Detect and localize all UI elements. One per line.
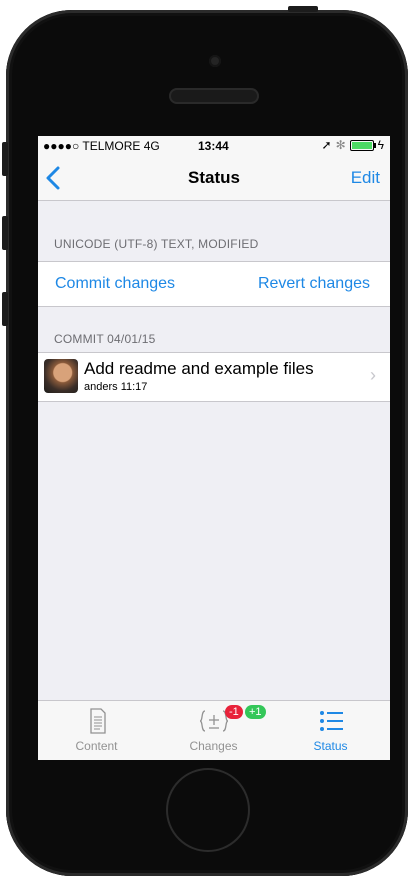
- bluetooth-icon: ✻: [335, 138, 346, 152]
- navigation-bar: Status Edit: [38, 156, 390, 201]
- status-icons: ➚ ✻ ϟ: [322, 138, 384, 152]
- tab-label: Status: [313, 739, 348, 753]
- tab-changes[interactable]: -1 +1 Changes: [155, 701, 272, 760]
- camera: [209, 55, 221, 67]
- charging-icon: ϟ: [377, 138, 384, 152]
- document-icon: [90, 708, 106, 734]
- tab-label: Content: [75, 739, 118, 753]
- location-icon: ➚: [321, 138, 332, 152]
- tab-bar: Content -1 +1 Changes Status: [38, 700, 390, 760]
- tab-status[interactable]: Status: [272, 701, 389, 760]
- list-icon: [320, 711, 343, 731]
- deletions-badge: -1: [225, 705, 243, 719]
- commit-message: Add readme and example files: [84, 359, 314, 378]
- additions-badge: +1: [245, 705, 266, 719]
- power-button: [288, 6, 318, 12]
- commit-list-item[interactable]: Add readme and example files anders 11:1…: [38, 352, 390, 402]
- file-status-header: UNICODE (UTF-8) TEXT, MODIFIED: [54, 237, 259, 251]
- edit-button[interactable]: Edit: [351, 168, 380, 188]
- tab-content[interactable]: Content: [38, 701, 155, 760]
- clock: 13:44: [198, 139, 229, 153]
- commit-section-header: COMMIT 04/01/15: [54, 332, 156, 346]
- status-bar: ●●●●○ TELMORE 4G 13:44 ➚ ✻ ϟ: [38, 136, 390, 156]
- tab-label: Changes: [189, 739, 238, 753]
- commit-author-time: anders 11:17: [84, 381, 148, 393]
- volume-up-button: [2, 216, 8, 250]
- mute-switch: [2, 142, 8, 176]
- home-button[interactable]: [166, 768, 250, 852]
- page-title: Status: [188, 168, 240, 187]
- battery-icon: [349, 139, 376, 151]
- revert-changes-button[interactable]: Revert changes: [258, 275, 370, 293]
- speaker-grille: [169, 88, 259, 104]
- screen: ●●●●○ TELMORE 4G 13:44 ➚ ✻ ϟ Status Edit…: [38, 136, 390, 760]
- actions-row: Commit changes Revert changes: [38, 261, 390, 307]
- volume-down-button: [2, 292, 8, 326]
- commit-changes-button[interactable]: Commit changes: [55, 275, 175, 293]
- avatar: [44, 359, 78, 393]
- carrier-signal: ●●●●○ TELMORE 4G: [43, 139, 160, 153]
- chevron-right-icon: ›: [370, 365, 376, 385]
